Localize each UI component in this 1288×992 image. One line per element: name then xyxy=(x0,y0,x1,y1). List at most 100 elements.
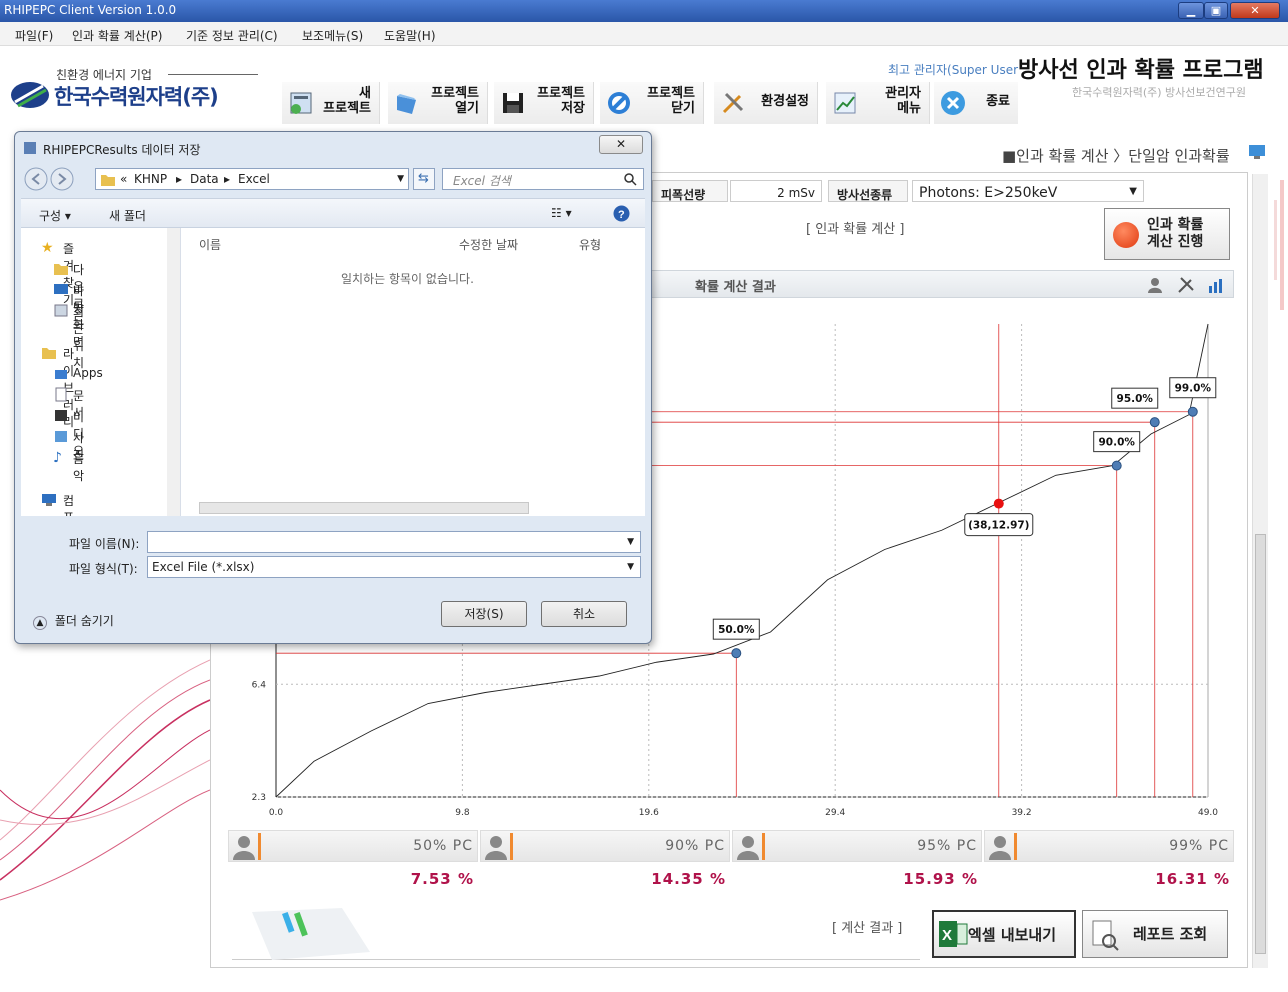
marker-label: 95.0% xyxy=(1117,393,1154,405)
new-project-button[interactable]: 새 프로젝트 xyxy=(282,82,380,124)
prohibit-icon xyxy=(608,92,630,114)
help-icon[interactable]: ? xyxy=(613,205,630,222)
settings-button[interactable]: 환경설정 xyxy=(714,82,818,124)
bar-chart-icon[interactable] xyxy=(1207,276,1225,294)
nav-scrollbar[interactable] xyxy=(167,228,180,516)
radiation-label-box: 방사선종류 xyxy=(828,180,908,202)
x-tick-label: 19.6 xyxy=(639,808,659,818)
x-tick-label: 49.0 xyxy=(1198,808,1218,818)
menu-file[interactable]: 파일(F) xyxy=(15,27,53,44)
menu-bar: 파일(F) 인과 확률 계산(P) 기준 정보 관리(C) 보조메뉴(S) 도움… xyxy=(0,22,1288,46)
breadcrumb: ■인과 확률 계산 〉단일암 인과확률 xyxy=(1002,147,1230,165)
cancel-button[interactable]: 취소 xyxy=(541,601,627,627)
point-label: (38,12.97) xyxy=(968,520,1029,532)
report-search-icon xyxy=(1092,920,1119,951)
radiation-type-select[interactable]: Photons: E>250keV ▼ xyxy=(912,180,1144,202)
path-khnp[interactable]: KHNP xyxy=(134,172,167,186)
path-excel[interactable]: Excel xyxy=(238,172,270,186)
exit-icon xyxy=(941,91,965,115)
maximize-button[interactable]: ▣ xyxy=(1204,2,1228,19)
new-project-icon xyxy=(290,92,312,114)
refresh-button[interactable]: ⇆ xyxy=(413,168,435,190)
percentile-marker xyxy=(1149,417,1160,428)
star-icon: ★ xyxy=(41,240,54,256)
x-tick-label: 39.2 xyxy=(1012,808,1032,818)
y-tick-label: 2.3 xyxy=(252,793,266,803)
close-button[interactable]: ✕ xyxy=(1230,2,1280,19)
pc-card-95: 95% PC 15.93 % xyxy=(732,830,982,900)
pattern-decoration xyxy=(1274,180,1284,310)
filetype-label: 파일 형식(T): xyxy=(69,562,138,576)
user-icon[interactable] xyxy=(1147,276,1165,294)
dose-value-field[interactable]: 2 mSv xyxy=(730,180,822,202)
dialog-toolbar: 구성 ▾ 새 폴더 ☷ ▾ ? xyxy=(21,198,645,228)
run-calculation-button[interactable]: 인과 확률 계산 진행 xyxy=(1104,208,1230,260)
open-project-button[interactable]: 프로젝트 열기 xyxy=(388,82,488,124)
result-header: 확률 계산 결과 xyxy=(640,270,1234,298)
refresh-icon: ⇆ xyxy=(418,171,429,186)
chevron-down-icon[interactable]: ▼ xyxy=(397,174,404,184)
tools-icon xyxy=(722,92,744,114)
organize-button[interactable]: 구성 ▾ xyxy=(39,207,71,224)
back-forward-icon[interactable] xyxy=(23,166,81,192)
logo-divider xyxy=(168,74,258,75)
pc-value: 15.93 % xyxy=(903,870,978,888)
pc-card-90: 90% PC 14.35 % xyxy=(480,830,730,900)
music-icon: ♪ xyxy=(53,450,62,466)
exit-button[interactable]: 종료 xyxy=(934,82,1018,124)
apps-icon xyxy=(55,370,67,379)
filename-input[interactable]: ▼ xyxy=(147,531,641,553)
document-graphic-icon xyxy=(252,908,370,960)
pc-value: 14.35 % xyxy=(651,870,726,888)
logo-name: 한국수력원자력(주) xyxy=(54,85,219,109)
new-folder-button[interactable]: 새 폴더 xyxy=(109,207,146,224)
close-project-button[interactable]: 프로젝트 닫기 xyxy=(600,82,704,124)
path-data[interactable]: Data xyxy=(190,172,219,186)
user-percent-icon xyxy=(989,836,1011,860)
save-button[interactable]: 저장(S) xyxy=(441,601,527,627)
scrollbar-thumb[interactable] xyxy=(1255,534,1266,954)
column-modified[interactable]: 수정한 날짜 xyxy=(459,236,518,253)
wave-decoration xyxy=(0,659,210,901)
percentile-marker xyxy=(1111,460,1122,471)
pc-card-50: 50% PC 7.53 % xyxy=(228,830,478,900)
menu-calc[interactable]: 인과 확률 계산(P) xyxy=(72,27,162,44)
chevron-down-icon: ▼ xyxy=(1129,186,1137,197)
file-list: 이름 수정한 날짜 유형 일치하는 항목이 없습니다. xyxy=(181,228,645,516)
view-options-icon[interactable]: ☷ ▾ xyxy=(551,206,572,220)
calc-caption: [ 인과 확률 계산 ] xyxy=(806,222,905,237)
menu-aux[interactable]: 보조메뉴(S) xyxy=(302,27,363,44)
column-type[interactable]: 유형 xyxy=(579,236,601,253)
dialog-close-button[interactable]: ✕ xyxy=(599,135,643,154)
library-icon xyxy=(42,348,56,359)
hide-folders-toggle[interactable]: ▲ 폴더 숨기기 xyxy=(33,612,114,630)
tools-icon[interactable] xyxy=(1177,276,1195,294)
column-name[interactable]: 이름 xyxy=(199,236,221,253)
svg-text:?: ? xyxy=(618,209,625,221)
empty-message: 일치하는 항목이 없습니다. xyxy=(341,272,474,286)
dialog-title: RHIPEPCResults 데이터 저장 xyxy=(43,143,201,157)
admin-menu-button[interactable]: 관리자 메뉴 xyxy=(826,82,930,124)
menu-help[interactable]: 도움말(H) xyxy=(384,27,436,44)
x-tick-label: 29.4 xyxy=(825,808,845,818)
dose-label-box: 피폭선량 xyxy=(652,180,728,202)
filetype-select[interactable]: Excel File (*.xlsx) ▼ xyxy=(147,556,641,578)
excel-export-button[interactable]: X 엑셀 내보내기 xyxy=(932,910,1076,958)
x-tick-label: 9.8 xyxy=(455,808,470,818)
minimize-button[interactable]: ▁ xyxy=(1178,2,1204,19)
horizontal-scrollbar[interactable] xyxy=(199,502,529,514)
khnp-logo-icon xyxy=(11,82,49,108)
desktop-icon xyxy=(54,284,68,294)
report-view-button[interactable]: 레포트 조회 xyxy=(1082,910,1228,958)
x-tick-label: 0.0 xyxy=(269,808,284,818)
address-bar[interactable]: « KHNP ▸ Data ▸ Excel ▼ xyxy=(95,168,409,190)
navigation-pane: ★ 즐겨찾기 다운로드 바탕 화면 최근 위치 라이브러리 Apps 문서 비디오… xyxy=(21,228,181,516)
save-project-button[interactable]: 프로젝트 저장 xyxy=(494,82,594,124)
search-input[interactable]: Excel 검색 xyxy=(442,168,644,190)
dose-label: 피폭선량 xyxy=(661,188,706,202)
folder-icon xyxy=(101,175,115,186)
chevron-down-icon[interactable]: ▼ xyxy=(627,562,634,572)
menu-reference[interactable]: 기준 정보 관리(C) xyxy=(186,27,278,44)
chevron-down-icon[interactable]: ▼ xyxy=(627,537,634,547)
vertical-scrollbar[interactable] xyxy=(1252,174,1268,968)
